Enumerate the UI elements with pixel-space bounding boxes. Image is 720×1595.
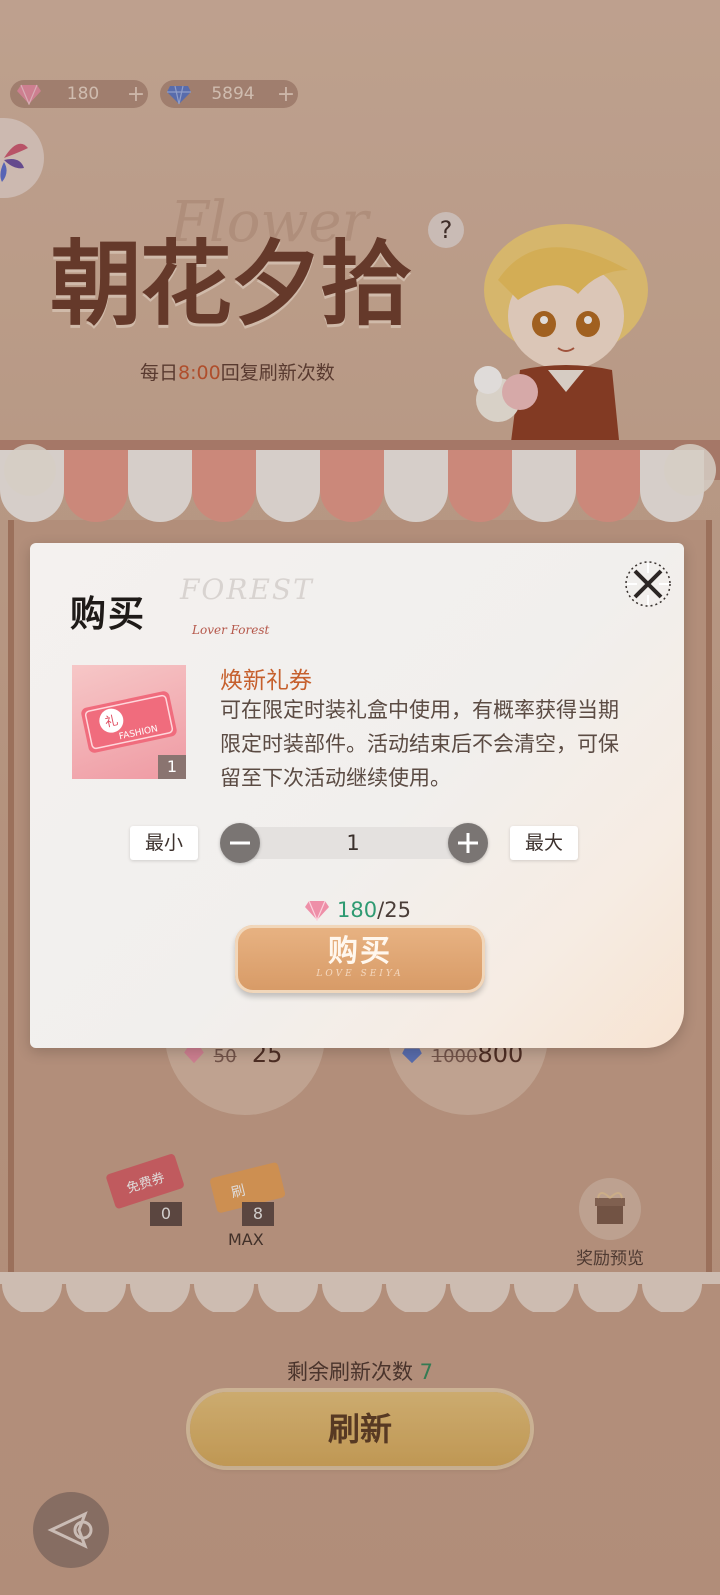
max-quantity-button[interactable]: 最大 xyxy=(510,826,578,860)
modal-watermark: FOREST xyxy=(180,573,314,606)
quantity-stepper: 最小 1 最大 xyxy=(130,823,580,863)
purchase-cost: 180/25 xyxy=(30,898,684,922)
dialog-title: 购买 xyxy=(70,594,147,635)
modal-signature: Lover Forest xyxy=(192,623,270,637)
purchase-dialog: FOREST 购买 Lover Forest 礼 FASHION 1 焕新礼券 … xyxy=(30,543,684,1048)
plus-icon xyxy=(458,833,478,853)
item-description: 可在限定时装礼盒中使用，有概率获得当期限定时装部件。活动结束后不会清空，可保留至… xyxy=(220,698,619,790)
currency-owned: 180 xyxy=(337,898,378,922)
quantity-value[interactable]: 1 xyxy=(238,827,468,859)
increase-button[interactable] xyxy=(448,823,488,863)
currency-required: 25 xyxy=(384,898,411,922)
buy-button[interactable]: 购买 LOVE SEIYA xyxy=(235,925,485,993)
min-quantity-button[interactable]: 最小 xyxy=(130,826,198,860)
buy-button-subtext: LOVE SEIYA xyxy=(316,969,404,979)
pink-gem-icon xyxy=(305,900,330,921)
item-name: 焕新礼券 xyxy=(220,668,312,694)
close-icon[interactable] xyxy=(623,559,673,609)
decrease-button[interactable] xyxy=(220,823,260,863)
item-quantity-badge: 1 xyxy=(158,755,186,779)
item-thumbnail[interactable]: 礼 FASHION 1 xyxy=(72,665,186,779)
minus-icon xyxy=(230,841,250,845)
